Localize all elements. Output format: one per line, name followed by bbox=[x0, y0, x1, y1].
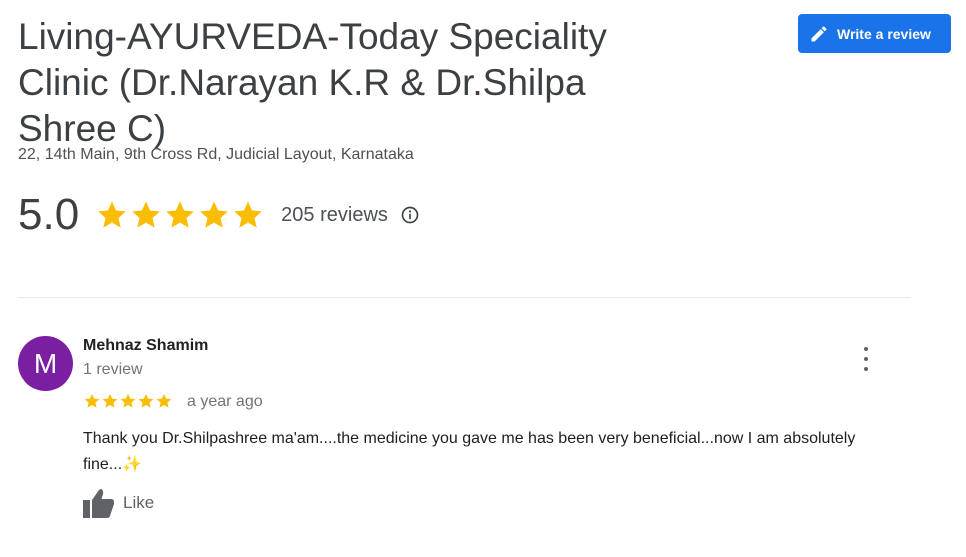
avatar[interactable]: M bbox=[18, 336, 73, 391]
star-icon bbox=[155, 392, 173, 410]
business-address: 22, 14th Main, 9th Cross Rd, Judicial La… bbox=[18, 146, 414, 163]
star-icon bbox=[95, 198, 129, 232]
like-button[interactable]: Like bbox=[83, 488, 154, 518]
write-review-label: Write a review bbox=[837, 25, 931, 42]
review-text: Thank you Dr.Shilpashree ma'am....the me… bbox=[83, 430, 856, 473]
thumbs-up-icon bbox=[83, 488, 115, 518]
star-icon bbox=[231, 198, 265, 232]
write-review-button[interactable]: Write a review bbox=[798, 14, 951, 53]
review-time: a year ago bbox=[187, 393, 263, 410]
rating-summary: 5.0 205 reviews bbox=[18, 190, 420, 240]
star-icon bbox=[137, 392, 155, 410]
star-icon bbox=[163, 198, 197, 232]
business-name: Living-AYURVEDA-Today Speciality Clinic … bbox=[18, 16, 607, 149]
reviewer-review-count: 1 review bbox=[83, 361, 143, 378]
rating-stars bbox=[95, 198, 265, 232]
star-icon bbox=[129, 198, 163, 232]
pencil-icon bbox=[809, 24, 829, 44]
star-icon bbox=[119, 392, 137, 410]
review-stars bbox=[83, 392, 173, 410]
reviewer-name[interactable]: Mehnaz Shamim bbox=[83, 337, 208, 355]
divider bbox=[18, 297, 911, 298]
like-label: Like bbox=[123, 493, 155, 512]
star-icon bbox=[197, 198, 231, 232]
review-panel: Living-AYURVEDA-Today Speciality Clinic … bbox=[0, 0, 966, 557]
info-icon[interactable] bbox=[400, 205, 420, 225]
rating-value: 5.0 bbox=[18, 190, 80, 239]
star-icon bbox=[83, 392, 101, 410]
star-icon bbox=[101, 392, 119, 410]
more-vert-icon[interactable] bbox=[856, 347, 876, 371]
review-count[interactable]: 205 reviews bbox=[281, 204, 388, 227]
